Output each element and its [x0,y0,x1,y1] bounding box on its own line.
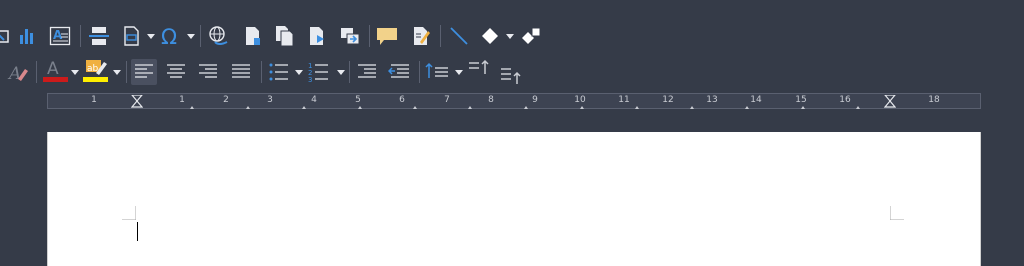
ruler-label: 8 [488,95,494,105]
basic-shapes-icon[interactable] [477,23,503,49]
ruler-label: 2 [223,95,229,105]
toolbar-separator [369,25,370,47]
ruler-label: 6 [399,95,405,105]
text-box-icon[interactable]: A [47,23,73,49]
cross-reference-icon[interactable] [337,23,363,49]
justify-icon[interactable] [228,59,254,85]
page-break-icon[interactable] [86,23,112,49]
font-color-icon[interactable]: A [42,57,68,83]
toolbar-separator [126,61,127,83]
horizontal-ruler[interactable]: 1 1 2 3 4 5 6 7 8 9 10 11 12 13 14 15 16… [47,93,981,109]
ruler-label: 15 [795,95,807,105]
basic-shapes-dropdown-icon[interactable] [505,23,515,49]
tab-stop-marker [358,106,362,109]
increase-indent-icon[interactable] [354,59,380,85]
ruler-label: 4 [311,95,317,105]
unordered-list-dropdown-icon[interactable] [294,59,304,85]
insert-toolbar: A Ω [0,20,1024,52]
tab-stop-marker [580,106,584,109]
tab-stop-marker [745,106,749,109]
ruler-label: 7 [444,95,450,105]
field-icon[interactable] [118,23,144,49]
hyperlink-icon[interactable] [205,23,231,49]
document-page[interactable] [47,132,981,266]
clear-formatting-icon[interactable]: A [5,59,31,85]
endnote-icon[interactable] [272,23,298,49]
toolbar-separator [80,25,81,47]
ruler-label: 13 [706,95,718,105]
track-changes-icon[interactable] [408,23,434,49]
align-left-icon[interactable] [131,59,157,85]
chart-icon[interactable] [14,23,40,49]
paragraph-spacing-icon[interactable] [424,59,450,85]
ruler-label: 9 [532,95,538,105]
unordered-list-icon[interactable] [266,59,292,85]
align-right-icon[interactable] [195,59,221,85]
text-boundary-corner-top-right [890,206,904,220]
ruler-label: 14 [750,95,762,105]
text-boundary-corner-top-left [122,206,136,220]
svg-text:A: A [53,28,63,42]
ruler-label: 11 [618,95,630,105]
toolbar-separator [200,25,201,47]
image-icon[interactable] [0,23,14,49]
highlight-color-dropdown-icon[interactable] [112,59,122,85]
special-character-icon[interactable]: Ω [158,23,184,49]
left-indent-marker-icon[interactable] [131,95,143,108]
tab-stop-marker [801,106,805,109]
svg-text:Ω: Ω [161,25,177,47]
tab-stop-marker [413,106,417,109]
tab-stop-marker [690,106,694,109]
tab-stop-marker [856,106,860,109]
shapes-extra-icon[interactable] [518,23,544,49]
decrease-spacing-icon[interactable] [498,61,524,87]
increase-spacing-icon[interactable] [466,56,492,82]
footnote-icon[interactable] [240,23,266,49]
toolbar-separator [261,61,262,83]
ruler-label: 3 [267,95,273,105]
tab-stop-marker [468,106,472,109]
paragraph-spacing-dropdown-icon[interactable] [454,59,464,85]
ruler-label: 18 [928,95,940,105]
toolbar-separator [440,25,441,47]
ordered-list-dropdown-icon[interactable] [336,59,346,85]
line-icon[interactable] [446,23,472,49]
ordered-list-icon[interactable]: 123 [306,59,332,85]
comment-icon[interactable] [374,23,400,49]
toolbar-separator [419,61,420,83]
tab-stop-marker [190,106,194,109]
toolbar-separator [349,61,350,83]
highlight-color-icon[interactable]: ab [82,57,108,83]
ruler-label: 10 [574,95,586,105]
ruler-label: 1 [179,95,185,105]
svg-text:3: 3 [308,76,312,82]
ruler-label: 12 [662,95,674,105]
align-center-icon[interactable] [163,59,189,85]
right-indent-marker-icon[interactable] [884,95,896,108]
tab-stop-marker [635,106,639,109]
bookmark-icon[interactable] [304,23,330,49]
tab-stop-marker [246,106,250,109]
toolbar-separator [36,61,37,83]
special-character-dropdown-icon[interactable] [186,23,196,49]
formatting-toolbar: A A ab 123 [0,56,1024,88]
ruler-label: 16 [839,95,851,105]
tab-stop-marker [302,106,306,109]
font-color-dropdown-icon[interactable] [70,59,80,85]
ruler-label: 5 [355,95,361,105]
ruler-label: 1 [91,95,97,105]
field-dropdown-icon[interactable] [146,23,156,49]
svg-text:A: A [47,59,59,79]
decrease-indent-icon[interactable] [386,59,412,85]
text-cursor [137,222,138,241]
tab-stop-marker [524,106,528,109]
